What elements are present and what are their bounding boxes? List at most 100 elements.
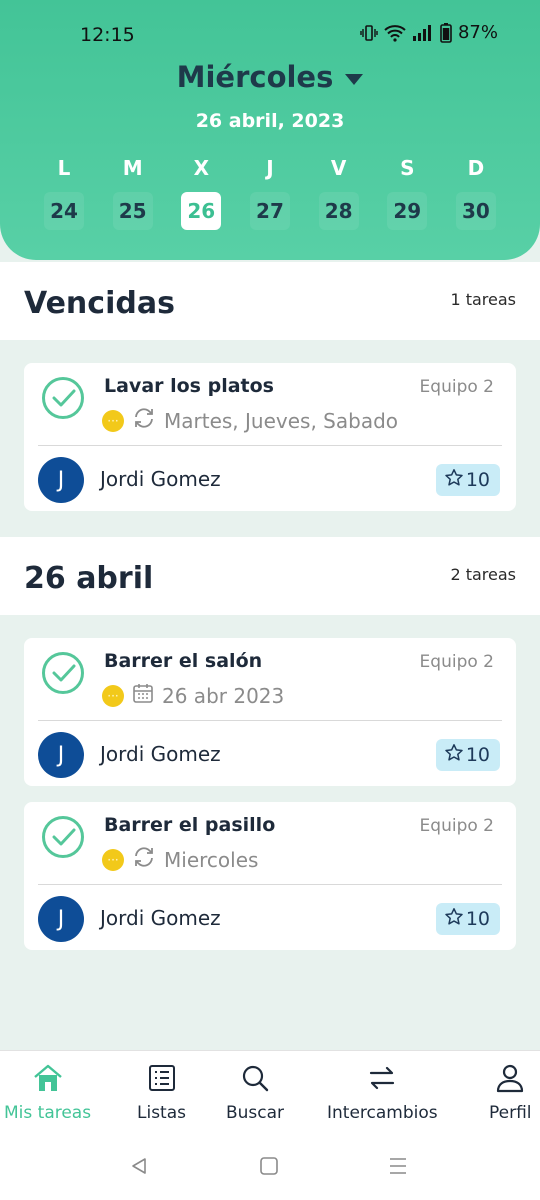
nav-mis-tareas[interactable]: Mis tareas [4,1063,91,1123]
search-icon [240,1063,270,1097]
wifi-icon [384,24,406,42]
system-nav-bar [0,1132,540,1200]
check-circle-icon[interactable] [42,816,84,858]
section-count: 2 tareas [450,565,516,584]
battery-level: 87% [457,22,498,43]
weekday[interactable]: L 24 [30,156,98,230]
task-team: Equipo 2 [419,652,494,672]
section-title: Vencidas [24,286,175,321]
weekday[interactable]: V 28 [305,156,373,230]
weekday-letter: S [400,156,415,180]
battery-icon [440,22,452,43]
avatar: J [38,896,84,942]
points-badge: 10 [435,739,500,771]
list-icon [147,1063,177,1097]
check-circle-icon[interactable] [42,377,84,419]
header: 12:15 87% Miércoles 26 abril, 2023 L 24 [0,0,540,260]
task-card[interactable]: Lavar los platos Equipo 2 ··· Martes, Ju… [24,363,516,511]
weekday-letter: X [193,156,210,180]
card-divider [38,720,502,721]
priority-dot-icon: ··· [102,848,124,871]
priority-dot-icon: ··· [102,409,124,432]
points-value: 10 [465,908,490,930]
nav-label: Buscar [226,1103,285,1123]
weekday-letter: J [266,156,274,180]
weekday-number[interactable]: 25 [112,192,153,230]
week-strip: L 24 M 25 X 26 J 27 V 28 S 29 D 30 [30,156,510,230]
weekday-number[interactable]: 30 [455,192,496,230]
day-name: Miércoles [176,60,334,94]
assignee-name: Jordi Gomez [100,742,221,766]
assignee-name: Jordi Gomez [100,906,221,930]
nav-label: Mis tareas [4,1103,92,1123]
swap-icon [367,1063,397,1097]
avatar: J [38,457,84,503]
day-selector[interactable]: Miércoles [0,60,540,94]
status-bar: 12:15 87% [0,22,540,50]
signal-icon [412,24,434,41]
weekday[interactable]: J 27 [236,156,304,230]
check-circle-icon[interactable] [42,652,84,694]
section-header-overdue: Vencidas 1 tareas [0,262,540,340]
repeat-icon [132,846,156,873]
task-card[interactable]: Barrer el pasillo Equipo 2 ··· Miercoles… [24,802,516,950]
task-meta: ··· Martes, Jueves, Sabado [102,407,412,434]
task-card[interactable]: Barrer el salón Equipo 2 ··· 26 abr 2023… [24,638,516,786]
nav-listas[interactable]: Listas [137,1063,186,1123]
weekday[interactable]: D 30 [442,156,510,230]
weekday-number[interactable]: 28 [318,192,359,230]
task-team: Equipo 2 [419,377,494,397]
weekday-selected[interactable]: X 26 [167,156,235,230]
home-icon [32,1063,64,1097]
weekday-number-selected[interactable]: 26 [181,192,222,230]
task-recurrence: Miercoles [164,847,259,872]
vibrate-icon [360,24,378,42]
task-title: Barrer el pasillo [104,814,276,836]
section-title: 26 abril [24,561,154,596]
card-divider [38,884,502,885]
points-badge: 10 [435,464,500,496]
task-due-date: 26 abr 2023 [162,683,285,708]
task-recurrence: Martes, Jueves, Sabado [164,408,399,433]
weekday-letter: L [57,156,71,180]
points-value: 10 [465,744,490,766]
back-icon[interactable] [129,1156,149,1180]
weekday-letter: M [122,156,143,180]
weekday[interactable]: M 25 [99,156,167,230]
repeat-icon [132,407,156,434]
task-title: Lavar los platos [104,375,274,397]
task-title: Barrer el salón [104,650,263,672]
recents-icon[interactable] [388,1156,408,1180]
task-meta: ··· 26 abr 2023 [102,682,412,709]
points-value: 10 [465,469,490,491]
bottom-nav: Mis tareas Listas Buscar Intercambios Pe… [0,1050,540,1132]
caret-down-icon [345,73,364,85]
star-icon [444,468,464,493]
status-time: 12:15 [80,24,135,46]
nav-buscar[interactable]: Buscar [226,1063,284,1123]
assignee-name: Jordi Gomez [100,467,221,491]
home-button-icon[interactable] [259,1156,279,1180]
task-meta: ··· Miercoles [102,846,412,873]
weekday-number[interactable]: 24 [44,192,84,230]
card-divider [38,445,502,446]
status-icons: 87% [360,22,498,43]
nav-perfil[interactable]: Perfil [489,1063,532,1123]
calendar-icon [132,682,154,709]
nav-label: Listas [137,1103,186,1123]
task-team: Equipo 2 [419,816,494,836]
star-icon [444,907,464,932]
weekday-letter: D [467,156,485,180]
points-badge: 10 [435,903,500,935]
priority-dot-icon: ··· [102,684,124,707]
full-date: 26 abril, 2023 [195,110,345,132]
weekday-letter: V [330,156,347,180]
weekday-number[interactable]: 27 [249,192,290,230]
avatar: J [38,732,84,778]
nav-label: Perfil [489,1103,532,1123]
nav-intercambios[interactable]: Intercambios [327,1063,438,1123]
weekday[interactable]: S 29 [373,156,441,230]
star-icon [444,743,464,768]
section-header-date: 26 abril 2 tareas [0,537,540,615]
weekday-number[interactable]: 29 [387,192,428,230]
